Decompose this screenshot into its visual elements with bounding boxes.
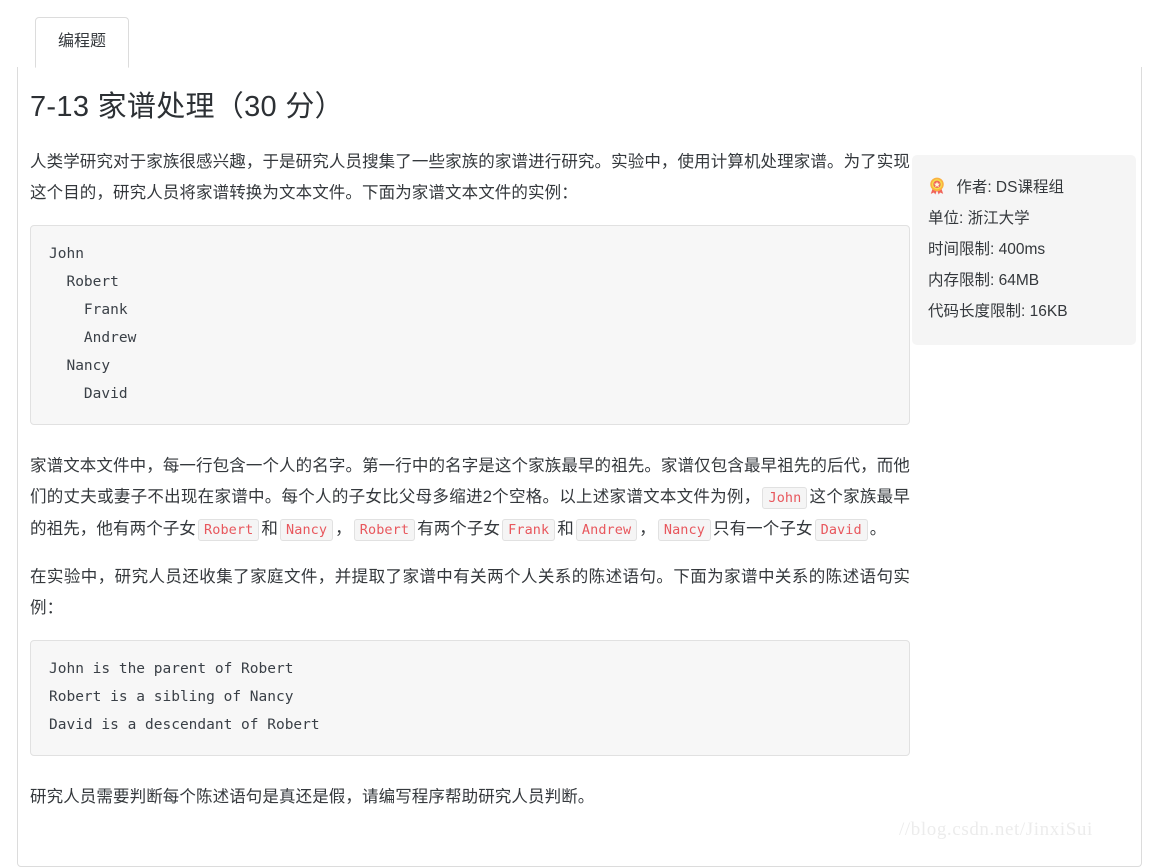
paragraph-2-text-9: 。 bbox=[869, 520, 887, 538]
problem-info-box: 作者: DS课程组 单位: 浙江大学 时间限制: 400ms 内存限制: 64M… bbox=[912, 155, 1136, 345]
problem-paragraph-3: 在实验中，研究人员还收集了家庭文件，并提取了家谱中有关两个人关系的陈述语句。下面… bbox=[30, 568, 910, 617]
info-code-length-limit-label: 代码长度限制: 16KB bbox=[928, 303, 1068, 320]
tab-label: 编程题 bbox=[58, 33, 107, 50]
inline-code-frank: Frank bbox=[502, 519, 556, 541]
problem-card: 7-13 家谱处理（30 分） 人类学研究对于家族很感兴趣，于是研究人员搜集了一… bbox=[17, 67, 1142, 867]
paragraph-2-text-4: ， bbox=[335, 520, 352, 538]
problem-paragraph-2: 家谱文本文件中，每一行包含一个人的名字。第一行中的名字是这个家族最早的祖先。家谱… bbox=[30, 451, 910, 546]
info-row-author: 作者: DS课程组 bbox=[928, 172, 1120, 203]
info-organization-label: 单位: 浙江大学 bbox=[928, 210, 1030, 227]
paragraph-2-text-5: 有两个子女 bbox=[417, 520, 501, 538]
info-row-code-length-limit: 代码长度限制: 16KB bbox=[928, 296, 1120, 327]
info-row-memory-limit: 内存限制: 64MB bbox=[928, 265, 1120, 296]
inline-code-robert-2: Robert bbox=[353, 519, 416, 541]
inline-code-nancy-2: Nancy bbox=[657, 519, 711, 541]
inline-code-andrew: Andrew bbox=[575, 519, 638, 541]
inline-code-david: David bbox=[814, 519, 868, 541]
problem-paragraph-4: 研究人员需要判断每个陈述语句是真还是假，请编写程序帮助研究人员判断。 bbox=[30, 788, 595, 806]
problem-paragraph-1: 人类学研究对于家族很感兴趣，于是研究人员搜集了一些家族的家谱进行研究。实验中，使… bbox=[30, 153, 910, 202]
info-row-time-limit: 时间限制: 400ms bbox=[928, 234, 1120, 265]
inline-code-john: John bbox=[762, 487, 808, 509]
info-row-organization: 单位: 浙江大学 bbox=[928, 203, 1120, 234]
info-time-limit-label: 时间限制: 400ms bbox=[928, 241, 1046, 258]
problem-content: 7-13 家谱处理（30 分） 人类学研究对于家族很感兴趣，于是研究人员搜集了一… bbox=[30, 87, 910, 829]
page-title: 7-13 家谱处理（30 分） bbox=[30, 91, 344, 123]
medal-rosette-icon bbox=[928, 175, 946, 195]
info-memory-limit-label: 内存限制: 64MB bbox=[928, 272, 1040, 289]
family-tree-code-block: John Robert Frank Andrew Nancy David bbox=[30, 225, 910, 425]
paragraph-2-text-6: 和 bbox=[557, 520, 574, 538]
paragraph-2-text-8: 只有一个子女 bbox=[712, 520, 813, 538]
inline-code-nancy: Nancy bbox=[279, 519, 334, 541]
relationship-statements-code-block: John is the parent of Robert Robert is a… bbox=[30, 640, 910, 756]
info-author-label: 作者: DS课程组 bbox=[956, 179, 1064, 196]
tab-programming-problem[interactable]: 编程题 bbox=[35, 17, 130, 68]
paragraph-2-text-3: 和 bbox=[261, 520, 278, 538]
tab-strip: 编程题 bbox=[17, 17, 1142, 68]
inline-code-robert: Robert bbox=[198, 519, 260, 541]
paragraph-2-text-7: ， bbox=[639, 520, 656, 538]
blog-watermark: //blog.csdn.net/JinxiSui bbox=[899, 819, 1093, 840]
